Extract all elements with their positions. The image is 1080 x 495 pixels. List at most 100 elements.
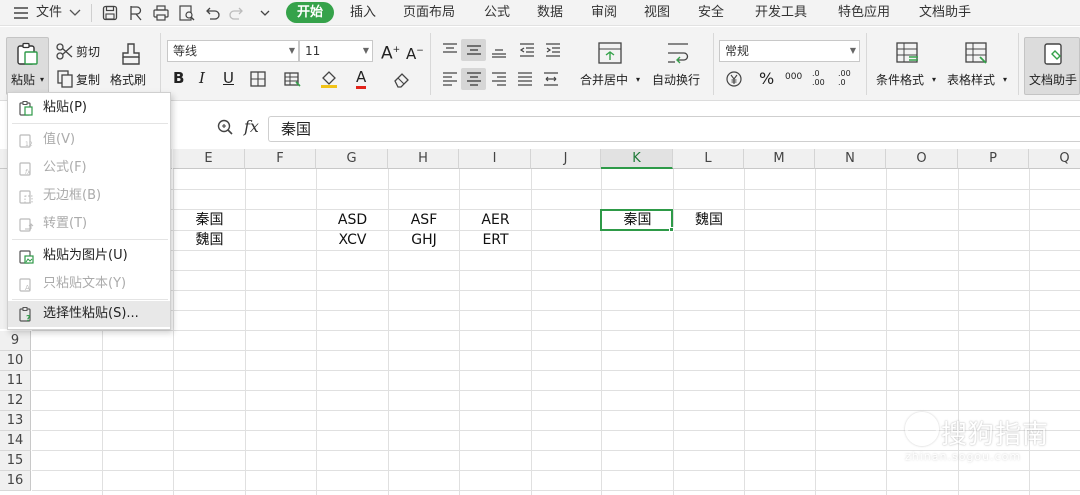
bold-button[interactable]: B (173, 69, 184, 87)
menu-item-paste[interactable]: 粘贴(P) (8, 95, 170, 121)
align-right-icon[interactable] (489, 69, 509, 89)
clear-format-icon[interactable] (392, 69, 412, 89)
column-header-M[interactable]: M (744, 149, 815, 169)
merge-dropdown-arrow[interactable]: ▾ (636, 72, 640, 88)
conditional-format-button[interactable]: 条件格式 (876, 72, 924, 88)
cut-button[interactable]: 剪切 (76, 44, 100, 60)
tab-insert[interactable]: 插入 (350, 0, 376, 26)
column-header-K[interactable]: K (601, 149, 673, 169)
menu-item-paste-as-picture[interactable]: 粘贴为图片(U) (8, 243, 170, 269)
row-header-13[interactable]: 13 (0, 411, 31, 431)
save-icon[interactable] (101, 4, 119, 22)
cell-E4[interactable]: 魏国 (174, 230, 245, 250)
align-middle-icon[interactable] (464, 40, 484, 60)
customize-toolbar-icon[interactable] (256, 4, 274, 22)
align-top-icon[interactable] (440, 40, 460, 60)
tab-special-apps[interactable]: 特色应用 (838, 0, 890, 26)
formula-input[interactable]: 秦国 (268, 116, 1080, 142)
row-header-16[interactable]: 16 (0, 471, 31, 491)
column-header-J[interactable]: J (531, 149, 601, 169)
copy-button[interactable]: 复制 (76, 72, 100, 88)
hamburger-icon[interactable] (12, 5, 30, 21)
fx-button[interactable]: fx (244, 117, 259, 136)
align-bottom-icon[interactable] (489, 40, 509, 60)
cell-L3[interactable]: 魏国 (674, 210, 744, 230)
italic-button[interactable]: I (199, 69, 205, 87)
increase-decimal-button[interactable]: .0 .00 (812, 69, 830, 87)
font-color-button[interactable]: A (356, 68, 367, 89)
tab-developer[interactable]: 开发工具 (755, 0, 807, 26)
cell-G3[interactable]: ASD (317, 210, 388, 230)
column-header-N[interactable]: N (815, 149, 886, 169)
column-header-I[interactable]: I (459, 149, 531, 169)
indent-increase-icon[interactable] (543, 40, 563, 60)
column-header-P[interactable]: P (958, 149, 1029, 169)
thousands-separator-button[interactable]: 000 (785, 69, 802, 85)
row-header-10[interactable]: 10 (0, 351, 31, 371)
tab-security[interactable]: 安全 (698, 0, 724, 26)
row-header-15[interactable]: 15 (0, 451, 31, 471)
cell-I3[interactable]: AER (460, 210, 531, 230)
font-name-select[interactable]: 等线 ▼ (167, 40, 299, 62)
menu-item-paste-text-only[interactable]: A 只粘贴文本(Y) (8, 271, 170, 297)
paste-dropdown-arrow[interactable]: ▾ (40, 72, 44, 88)
menu-item-paste-values[interactable]: 12 值(V) (8, 127, 170, 153)
undo-icon[interactable] (203, 4, 221, 22)
percent-button[interactable]: % (759, 69, 774, 88)
print-preview-icon[interactable] (178, 4, 196, 22)
cell-G4[interactable]: XCV (317, 230, 388, 250)
grow-font-icon[interactable]: A+ (381, 40, 400, 64)
font-size-select[interactable]: 11 ▼ (299, 40, 373, 62)
chevron-down-icon[interactable] (69, 9, 81, 17)
print-icon[interactable] (152, 4, 170, 22)
row-header-11[interactable]: 11 (0, 371, 31, 391)
shrink-font-icon[interactable]: A− (406, 42, 424, 63)
row-header-14[interactable]: 14 (0, 431, 31, 451)
underline-button[interactable]: U (223, 69, 234, 87)
zoom-function-icon[interactable] (216, 118, 234, 136)
file-menu[interactable]: 文件 (36, 0, 62, 26)
redo-icon[interactable] (228, 4, 246, 22)
decrease-decimal-button[interactable]: .00 .0 (838, 69, 856, 87)
tab-home[interactable]: 开始 (286, 2, 334, 23)
borders-icon[interactable] (248, 69, 268, 89)
column-header-L[interactable]: L (673, 149, 744, 169)
column-header-O[interactable]: O (886, 149, 958, 169)
menu-item-paste-special[interactable]: ? 选择性粘贴(S)... (8, 301, 170, 327)
menu-item-paste-no-borders[interactable]: 无边框(B) (8, 183, 170, 209)
tab-review[interactable]: 审阅 (591, 0, 617, 26)
justify-icon[interactable] (515, 69, 535, 89)
distributed-align-icon[interactable] (541, 69, 561, 89)
number-format-select[interactable]: 常规 ▼ (719, 40, 860, 62)
menu-item-paste-formulas[interactable]: fx 公式(F) (8, 155, 170, 181)
column-header-E[interactable]: E (173, 149, 245, 169)
row-header-9[interactable]: 9 (0, 331, 31, 351)
table-style-button[interactable]: 表格样式 (947, 72, 995, 88)
row-header-12[interactable]: 12 (0, 391, 31, 411)
menu-item-paste-transpose[interactable]: 转置(T) (8, 211, 170, 237)
cell-I4[interactable]: ERT (460, 230, 531, 250)
merge-center-button[interactable]: 合并居中 (580, 72, 628, 88)
tab-formulas[interactable]: 公式 (484, 0, 510, 26)
tab-view[interactable]: 视图 (644, 0, 670, 26)
column-header-Q[interactable]: Q (1029, 149, 1080, 169)
column-header-F[interactable]: F (245, 149, 316, 169)
table-style-dropdown[interactable]: ▾ (1003, 72, 1007, 88)
currency-icon[interactable] (724, 69, 744, 89)
cell-E3[interactable]: 秦国 (174, 210, 245, 230)
column-header-H[interactable]: H (388, 149, 459, 169)
cell-style-icon[interactable] (283, 69, 303, 89)
conditional-format-dropdown[interactable]: ▾ (932, 72, 936, 88)
cell-H4[interactable]: GHJ (389, 230, 459, 250)
cell-H3[interactable]: ASF (389, 210, 459, 230)
tab-data[interactable]: 数据 (537, 0, 563, 26)
wrap-text-button[interactable]: 自动换行 (652, 72, 700, 88)
fill-color-icon[interactable] (319, 69, 339, 89)
column-header-G[interactable]: G (316, 149, 388, 169)
fill-handle[interactable] (669, 227, 674, 232)
tab-doc-assistant[interactable]: 文档助手 (919, 0, 971, 26)
tab-page-layout[interactable]: 页面布局 (403, 0, 455, 26)
export-pdf-icon[interactable] (127, 4, 145, 22)
align-left-icon[interactable] (440, 69, 460, 89)
indent-decrease-icon[interactable] (517, 40, 537, 60)
